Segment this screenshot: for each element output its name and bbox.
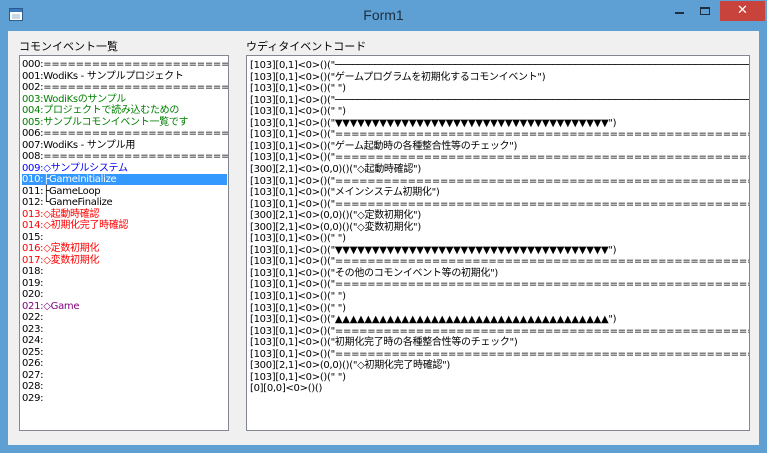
common-event-item[interactable]: 017:◇変数初期化 bbox=[22, 255, 99, 266]
minimize-button[interactable] bbox=[666, 1, 692, 21]
event-code-line: [103][0,1]<0>()(" ") bbox=[250, 83, 346, 95]
common-event-item[interactable]: 009:◇サンプルシステム bbox=[22, 163, 128, 174]
event-code-line: [103][0,1]<0>()("▼▼▼▼▼▼▼▼▼▼▼▼▼▼▼▼▼▼▼▼▼▼▼… bbox=[250, 117, 617, 129]
title-bar[interactable]: Form1 ✕ bbox=[0, 0, 767, 32]
close-button[interactable]: ✕ bbox=[720, 1, 765, 21]
common-event-item[interactable]: 016:◇定数初期化 bbox=[22, 243, 99, 254]
close-icon: ✕ bbox=[737, 3, 748, 18]
event-code-line: [103][0,1]<0>()("ゲーム起動時の各種整合性等のチェック") bbox=[250, 140, 518, 152]
event-code-line: [103][0,1]<0>()("=======================… bbox=[250, 348, 750, 360]
common-event-item[interactable]: 008:========================= bbox=[22, 151, 228, 162]
common-event-item[interactable]: 013:◇起動時確認 bbox=[22, 209, 99, 220]
event-code-line: [103][0,1]<0>()("=======================… bbox=[250, 279, 750, 291]
common-event-item[interactable]: 022: bbox=[22, 312, 44, 323]
app-window: Form1 ✕ コモンイベント一覧 ウディタイベントコード 000:======… bbox=[0, 0, 767, 453]
event-code-line: [103][0,1]<0>()("▲▲▲▲▲▲▲▲▲▲▲▲▲▲▲▲▲▲▲▲▲▲▲… bbox=[250, 314, 617, 326]
event-code-textbox[interactable]: [103][0,1]<0>()("───────────────────────… bbox=[246, 55, 750, 431]
event-code-line: [103][0,1]<0>()("初期化完了時の各種整合性等のチェック") bbox=[250, 337, 518, 349]
common-event-item[interactable]: 020: bbox=[22, 289, 44, 300]
event-code-line: [103][0,1]<0>()("───────────────────────… bbox=[250, 94, 750, 106]
window-title: Form1 bbox=[363, 7, 404, 23]
common-event-item[interactable]: 029: bbox=[22, 393, 44, 404]
common-event-listbox[interactable]: 000:========================= 001:WodiKs … bbox=[19, 55, 229, 431]
maximize-icon bbox=[700, 7, 710, 15]
common-event-item[interactable]: 028: bbox=[22, 381, 44, 392]
common-event-item[interactable]: 026: bbox=[22, 358, 44, 369]
event-code-line: [300][2,1]<0>(0,0)()("◇初期化完了時確認") bbox=[250, 360, 451, 372]
common-event-item[interactable]: 023: bbox=[22, 324, 44, 335]
common-event-list-label: コモンイベント一覧 bbox=[19, 40, 118, 53]
event-code-line: [103][0,1]<0>()(" ") bbox=[250, 233, 346, 245]
common-event-item[interactable]: 006:========================= bbox=[22, 128, 228, 139]
event-code-line: [103][0,1]<0>()("=======================… bbox=[250, 152, 750, 164]
common-event-item[interactable]: 019: bbox=[22, 278, 44, 289]
client-area: コモンイベント一覧 ウディタイベントコード 000:==============… bbox=[8, 31, 759, 445]
event-code-line: [0][0,0]<0>()() bbox=[250, 383, 323, 395]
event-code-line: [103][0,1]<0>()(" ") bbox=[250, 371, 346, 383]
common-event-item[interactable]: 014:◇初期化完了時確認 bbox=[22, 220, 129, 231]
event-code-line: [103][0,1]<0>()("=======================… bbox=[250, 175, 750, 187]
common-event-item[interactable]: 011:├GameLoop bbox=[22, 186, 101, 197]
common-event-item[interactable]: 000:========================= bbox=[22, 59, 228, 70]
event-code-line: [103][0,1]<0>()("───────────────────────… bbox=[250, 60, 750, 71]
event-code-line: [103][0,1]<0>()("メインシステム初期化") bbox=[250, 187, 440, 199]
maximize-button[interactable] bbox=[692, 1, 718, 21]
common-event-item[interactable]: 024: bbox=[22, 335, 44, 346]
common-event-item[interactable]: 003:WodiKsのサンプル bbox=[22, 94, 126, 105]
common-event-item[interactable]: 001:WodiKs - サンプルプロジェクト bbox=[22, 71, 184, 82]
event-code-line: [103][0,1]<0>()("▼▼▼▼▼▼▼▼▼▼▼▼▼▼▼▼▼▼▼▼▼▼▼… bbox=[250, 244, 617, 256]
event-code-label: ウディタイベントコード bbox=[246, 40, 367, 53]
common-event-item[interactable]: 025: bbox=[22, 347, 44, 358]
event-code-line: [103][0,1]<0>()("=======================… bbox=[250, 325, 750, 337]
event-code-line: [103][0,1]<0>()(" ") bbox=[250, 302, 346, 314]
common-event-item[interactable]: 015: bbox=[22, 232, 44, 243]
minimize-icon bbox=[675, 12, 684, 14]
common-event-item[interactable]: 018: bbox=[22, 266, 44, 277]
event-code-line: [103][0,1]<0>()(" ") bbox=[250, 106, 346, 118]
event-code-line: [103][0,1]<0>()(" ") bbox=[250, 291, 346, 302]
common-event-item[interactable]: 002:========================= bbox=[22, 82, 228, 93]
common-event-item[interactable]: 010:├GameInitialize bbox=[22, 174, 227, 185]
common-event-item[interactable]: 005:サンプルコモンイベント一覧です bbox=[22, 117, 189, 128]
common-event-item[interactable]: 012:└GameFinalize bbox=[22, 197, 113, 208]
event-code-line: [103][0,1]<0>()("その他のコモンイベント等の初期化") bbox=[250, 267, 499, 279]
common-event-item[interactable]: 021:◇Game bbox=[22, 301, 80, 312]
event-code-line: [300][2,1]<0>(0,0)()("◇起動時確認") bbox=[250, 163, 421, 175]
event-code-line: [103][0,1]<0>()("=======================… bbox=[250, 129, 750, 141]
event-code-line: [103][0,1]<0>()("=======================… bbox=[250, 198, 750, 210]
common-event-item[interactable]: 007:WodiKs - サンプル用 bbox=[22, 140, 135, 151]
event-code-line: [103][0,1]<0>()("ゲームプログラムを初期化するコモンイベント") bbox=[250, 71, 546, 83]
common-event-item[interactable]: 004:プロジェクトで読み込むための bbox=[22, 105, 179, 116]
event-code-line: [300][2,1]<0>(0,0)()("◇定数初期化") bbox=[250, 210, 421, 222]
event-code-line: [300][2,1]<0>(0,0)()("◇変数初期化") bbox=[250, 221, 421, 233]
common-event-item[interactable]: 027: bbox=[22, 370, 44, 381]
event-code-line: [103][0,1]<0>()("=======================… bbox=[250, 256, 750, 268]
